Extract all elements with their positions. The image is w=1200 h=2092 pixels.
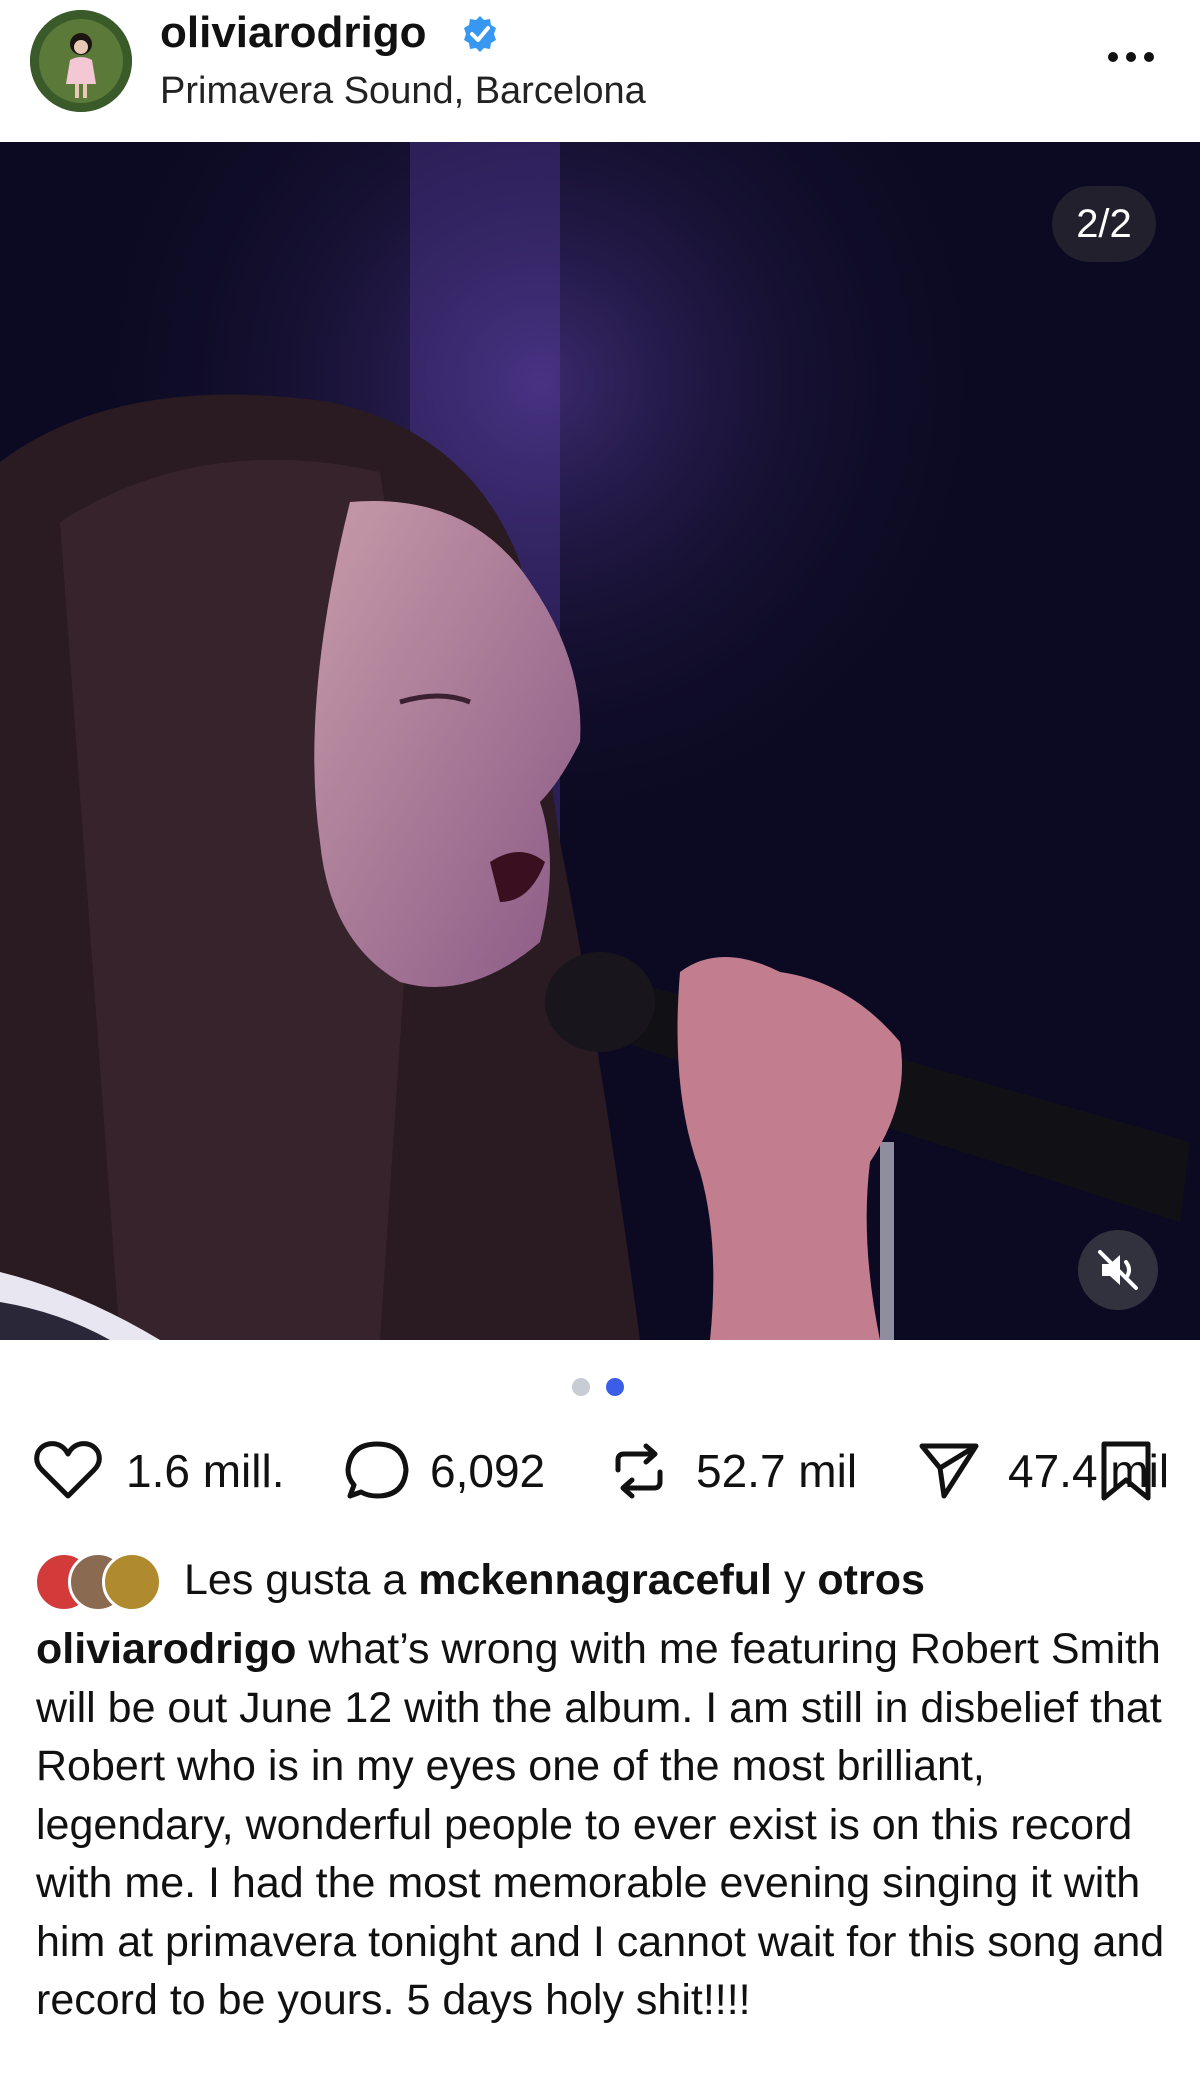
liker-avatars — [34, 1550, 174, 1612]
post-username[interactable]: oliviarodrigo — [160, 8, 426, 58]
liked-by-others[interactable]: otros — [817, 1556, 925, 1604]
comment-count: 6,092 — [430, 1445, 546, 1497]
heart-icon — [34, 1441, 102, 1499]
caption-text: what’s wrong with me featuring Robert Sm… — [36, 1625, 1165, 2024]
liked-by-text: Les gusta a mckennagraceful y otros — [184, 1556, 925, 1605]
carousel-indicator — [572, 1378, 632, 1398]
post-caption: oliviarodrigo what’s wrong with me featu… — [36, 1620, 1176, 2030]
liked-by-user[interactable]: mckennagraceful — [418, 1556, 772, 1604]
carousel-dot-1 — [572, 1378, 590, 1396]
comment-button[interactable]: 6,092 — [344, 1430, 574, 1510]
liked-by-connector: y — [783, 1556, 806, 1604]
post-location[interactable]: Primavera Sound, Barcelona — [160, 70, 646, 113]
muted-speaker-icon — [1098, 1250, 1138, 1290]
profile-avatar[interactable] — [30, 10, 132, 112]
mute-toggle[interactable] — [1078, 1230, 1158, 1310]
carousel-dot-2 — [606, 1378, 624, 1396]
singer-photo — [0, 142, 1200, 1340]
action-bar: 1.6 mill. 6,092 52.7 mil 47.4 mil — [0, 1430, 1200, 1510]
repost-icon — [615, 1443, 663, 1499]
verified-badge-icon — [464, 16, 496, 52]
bookmark-icon[interactable] — [1098, 1440, 1154, 1502]
liked-by-prefix: Les gusta a — [184, 1556, 407, 1604]
liker-avatar-3 — [102, 1552, 162, 1612]
send-icon — [919, 1443, 979, 1499]
more-options-icon[interactable] — [1106, 40, 1156, 70]
like-button[interactable]: 1.6 mill. — [34, 1430, 314, 1510]
post-media[interactable]: 2/2 — [0, 142, 1200, 1340]
repost-button[interactable]: 52.7 mil — [608, 1430, 888, 1510]
liked-by-row[interactable]: Les gusta a mckennagraceful y otros — [34, 1550, 1174, 1612]
repost-count: 52.7 mil — [696, 1445, 858, 1497]
caption-username[interactable]: oliviarodrigo — [36, 1625, 296, 1673]
instagram-post: oliviarodrigo Primavera Sound, Barcelona — [0, 0, 1200, 2092]
like-count: 1.6 mill. — [126, 1445, 285, 1497]
slide-counter: 2/2 — [1052, 186, 1156, 262]
post-header: oliviarodrigo Primavera Sound, Barcelona — [0, 0, 1200, 140]
comment-icon — [345, 1441, 409, 1499]
